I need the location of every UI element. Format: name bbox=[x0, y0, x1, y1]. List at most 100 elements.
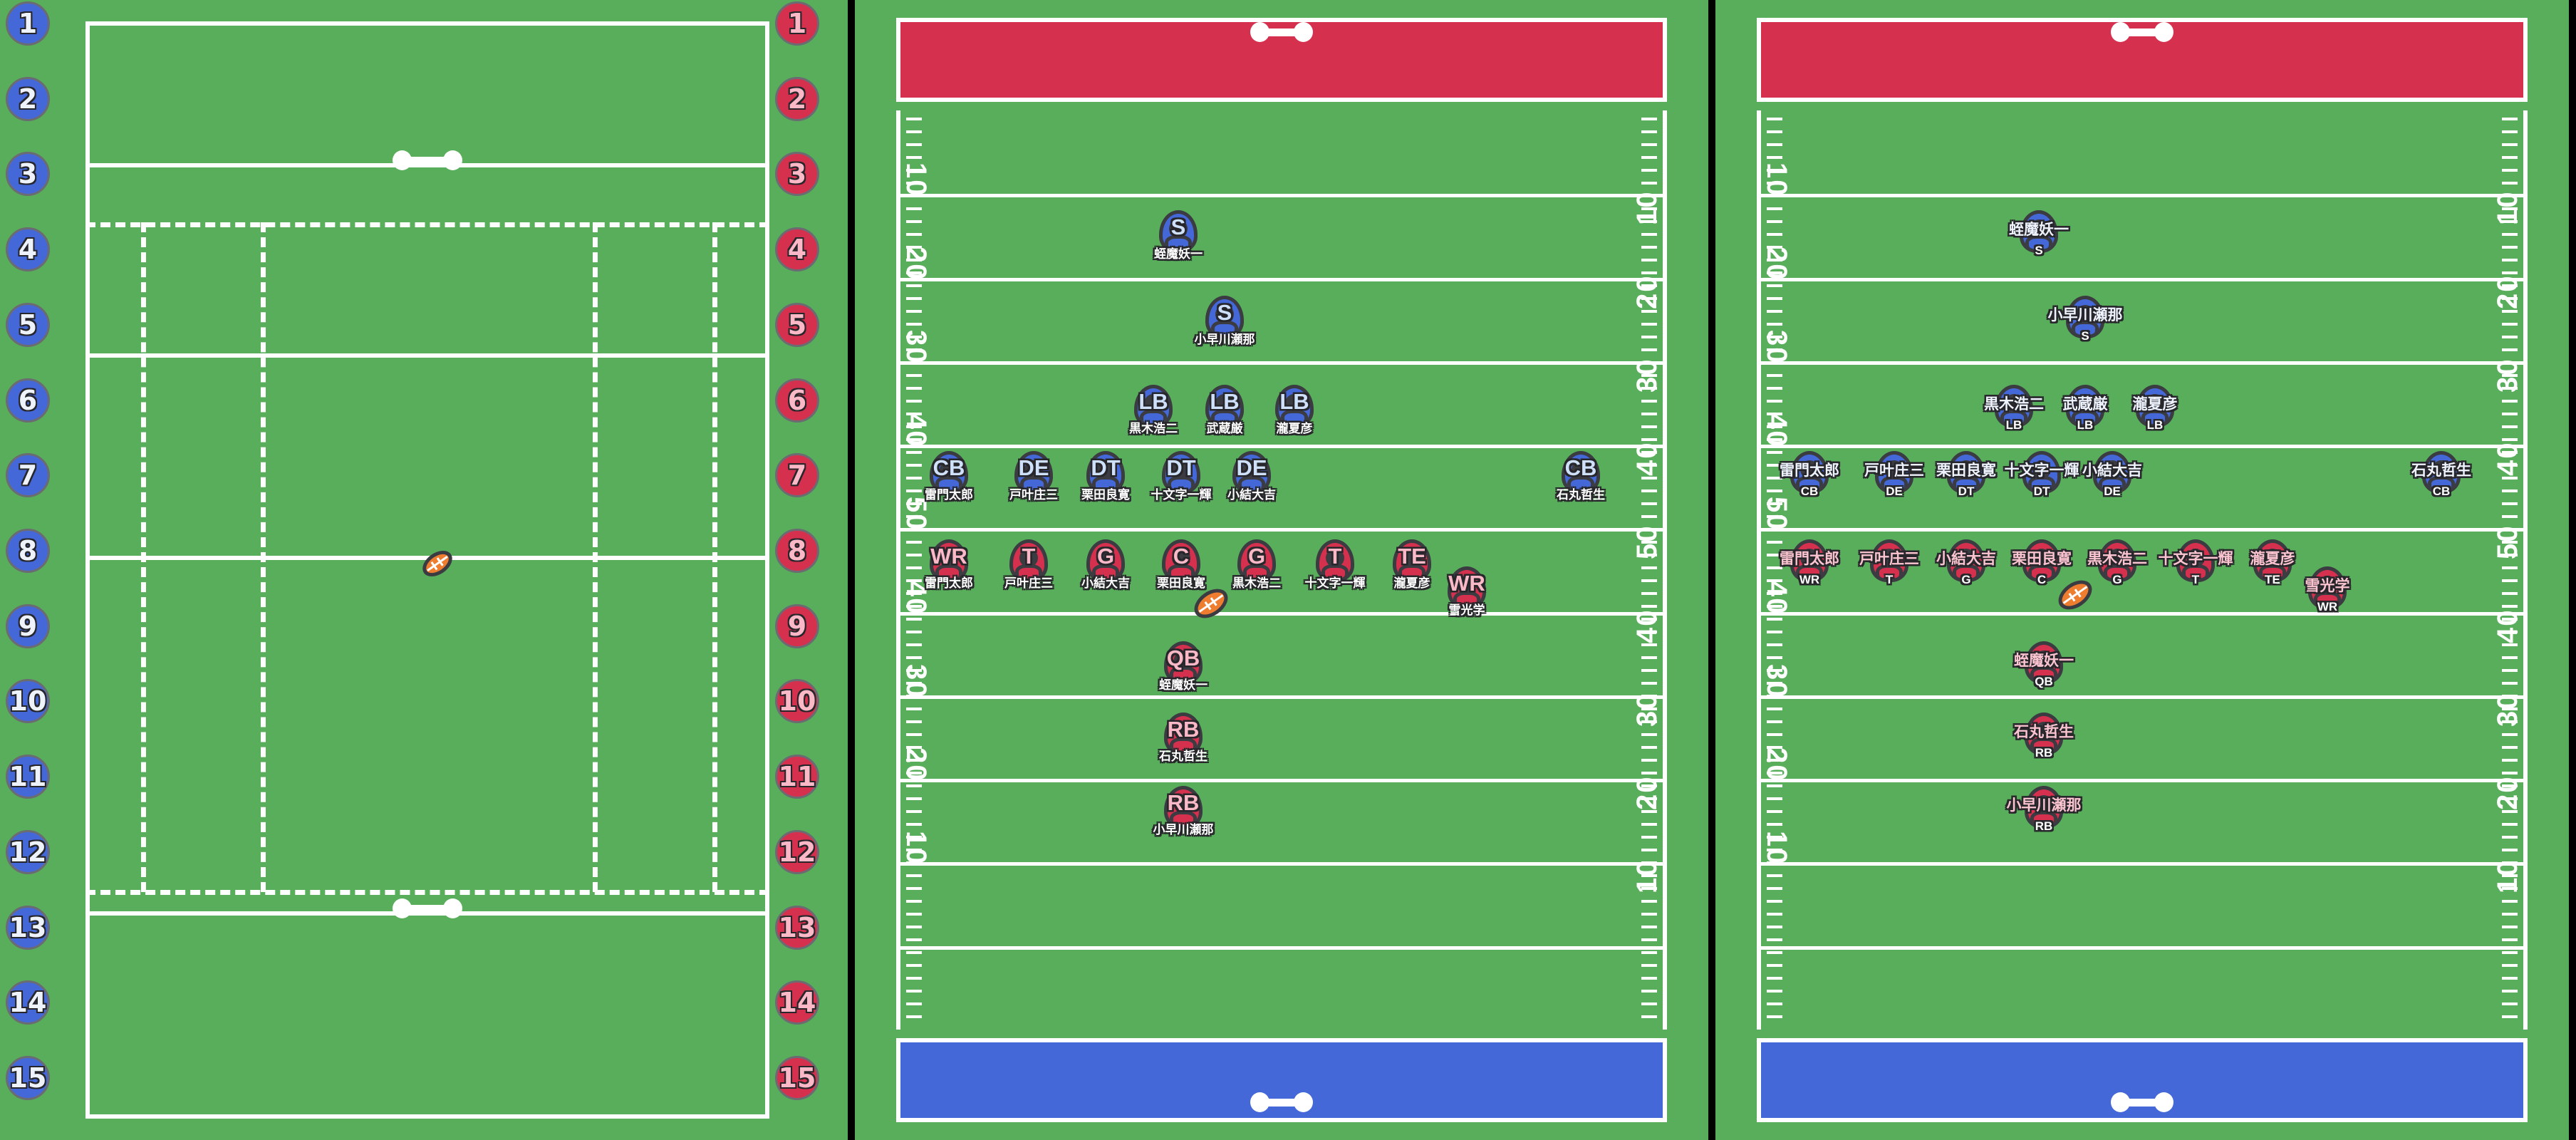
blue-marker-10[interactable]: 10 bbox=[6, 679, 50, 724]
yard-number-left-7: 20 bbox=[900, 747, 932, 782]
hash-mark bbox=[906, 374, 922, 377]
play-area-named: 10 10 20 20 30 30 40 40 50 50 40 40 30 30 20 20 10 10 蛭魔妖一… bbox=[1757, 110, 2528, 1030]
position-label: RB bbox=[1167, 717, 1200, 742]
hash-mark bbox=[1641, 669, 1657, 672]
blue-marker-1[interactable]: 1 bbox=[6, 1, 50, 46]
hash-mark bbox=[1641, 271, 1657, 274]
hash-mark bbox=[1641, 938, 1657, 941]
hash-mark bbox=[2502, 246, 2518, 249]
player-name-label: 雷門太郎 bbox=[1780, 550, 1839, 567]
red-marker-14[interactable]: 14 bbox=[775, 980, 819, 1025]
hash-mark bbox=[1641, 1002, 1657, 1005]
yard-line bbox=[900, 695, 1663, 699]
red-marker-6[interactable]: 6 bbox=[775, 378, 819, 423]
player-name-label: 栗田良寛 bbox=[1157, 576, 1205, 591]
red-marker-1[interactable]: 1 bbox=[775, 1, 819, 46]
blue-marker-12[interactable]: 12 bbox=[6, 829, 50, 874]
blue-marker-8[interactable]: 8 bbox=[6, 529, 50, 573]
blue-marker-4[interactable]: 4 bbox=[6, 227, 50, 272]
blue-marker-9[interactable]: 9 bbox=[6, 603, 50, 648]
red-marker-7[interactable]: 7 bbox=[775, 453, 819, 498]
red-marker-3[interactable]: 3 bbox=[775, 152, 819, 197]
hash-mark bbox=[1641, 1015, 1657, 1018]
position-label: T bbox=[2191, 573, 2200, 586]
red-marker-2[interactable]: 2 bbox=[775, 76, 819, 121]
red-marker-10[interactable]: 10 bbox=[775, 679, 819, 724]
position-label: RB bbox=[1167, 790, 1200, 815]
blue-marker-11[interactable]: 11 bbox=[6, 755, 50, 799]
pitch-outline bbox=[85, 21, 769, 1119]
position-label: C bbox=[1173, 544, 1190, 569]
yard-number-right-0: 10 bbox=[1631, 190, 1663, 226]
blue-marker-13[interactable]: 13 bbox=[6, 905, 50, 950]
yard-number-left-1: 20 bbox=[900, 246, 932, 281]
yard-number-right-4: 50 bbox=[1631, 524, 1663, 560]
player-name-label: 十文字一輝 bbox=[1151, 488, 1212, 502]
pitch-overview-panel: 1 2 3 4 5 6 7 8 9 10 11 12 13 14 15 1 2 3 4 5 6 7 8 9 10 11 12 13 1… bbox=[0, 0, 848, 1140]
red-marker-8[interactable]: 8 bbox=[775, 529, 819, 573]
hash-mark bbox=[2502, 143, 2518, 146]
football-icon[interactable] bbox=[417, 545, 457, 582]
yard-line bbox=[1761, 611, 2523, 616]
yard-number-left-1: 20 bbox=[1761, 246, 1792, 281]
goalpost-bottom-icon bbox=[1250, 1092, 1313, 1112]
player-name-label: 蛭魔妖一 bbox=[2014, 652, 2074, 669]
blue-marker-14[interactable]: 14 bbox=[6, 980, 50, 1025]
hash-mark bbox=[1641, 823, 1657, 826]
hash-mark bbox=[1641, 246, 1657, 249]
hash-mark bbox=[1767, 926, 1782, 928]
player-name-label: 小早川瀬那 bbox=[2006, 797, 2082, 814]
yard-number-right-8: 10 bbox=[2492, 859, 2523, 894]
hash-mark bbox=[2502, 233, 2518, 236]
blue-marker-7[interactable]: 7 bbox=[6, 453, 50, 498]
player-name-label: 黒木浩二 bbox=[1984, 395, 2044, 413]
yard-number-right-1: 20 bbox=[2492, 274, 2523, 309]
red-marker-5[interactable]: 5 bbox=[775, 302, 819, 347]
formation-panel-named: 10 10 20 20 30 30 40 40 50 50 40 40 30 30 20 20 10 10 蛭魔妖一… bbox=[1715, 0, 2569, 1140]
red-marker-15[interactable]: 15 bbox=[775, 1056, 819, 1100]
hash-mark bbox=[1767, 387, 1782, 390]
hash-mark bbox=[1641, 336, 1657, 338]
red-marker-9[interactable]: 9 bbox=[775, 603, 819, 648]
yard-line bbox=[900, 611, 1663, 616]
blue-marker-5[interactable]: 5 bbox=[6, 302, 50, 347]
yard-number-left-8: 10 bbox=[900, 831, 932, 866]
blue-marker-2[interactable]: 2 bbox=[6, 76, 50, 121]
blue-marker-15[interactable]: 15 bbox=[6, 1056, 50, 1100]
hash-mark bbox=[1641, 990, 1657, 993]
yard-number-right-7: 20 bbox=[1631, 775, 1663, 811]
hash-mark bbox=[1767, 720, 1782, 723]
hash-mark bbox=[1641, 566, 1657, 569]
hash-mark bbox=[2502, 810, 2518, 813]
hash-mark bbox=[2502, 566, 2518, 569]
position-label: DE bbox=[1236, 455, 1267, 480]
yard-line bbox=[1761, 445, 2523, 449]
player-name-label: 十文字一輝 bbox=[1304, 576, 1366, 591]
player-name-label: 栗田良寛 bbox=[2012, 550, 2072, 567]
position-label: CB bbox=[1564, 455, 1597, 480]
hash-mark bbox=[1641, 182, 1657, 185]
red-marker-11[interactable]: 11 bbox=[775, 755, 819, 799]
hash-mark bbox=[1767, 1015, 1782, 1018]
yard-number-right-6: 30 bbox=[1631, 692, 1663, 727]
blue-marker-3[interactable]: 3 bbox=[6, 152, 50, 197]
football-icon[interactable] bbox=[2052, 574, 2098, 616]
hash-mark bbox=[1767, 297, 1782, 300]
position-label: LB bbox=[1279, 389, 1309, 414]
hash-mark bbox=[2502, 156, 2518, 159]
player-name-label: 十文字一輝 bbox=[2158, 550, 2233, 567]
player-name-label: 黒木浩二 bbox=[2087, 550, 2147, 567]
yard-line bbox=[1761, 695, 2523, 699]
player-name-label: 瀧夏彦 bbox=[1393, 576, 1430, 591]
hash-mark bbox=[1641, 643, 1657, 646]
goalpost-bottom-icon-2 bbox=[2111, 1092, 2174, 1112]
red-marker-13[interactable]: 13 bbox=[775, 905, 819, 950]
screenshot-root: 1 2 3 4 5 6 7 8 9 10 11 12 13 14 15 1 2 3 4 5 6 7 8 9 10 11 12 13 1… bbox=[0, 0, 2576, 1140]
football-field-named: 10 10 20 20 30 30 40 40 50 50 40 40 30 30 20 20 10 10 蛭魔妖一… bbox=[1757, 18, 2528, 1122]
red-marker-12[interactable]: 12 bbox=[775, 829, 819, 874]
blue-marker-6[interactable]: 6 bbox=[6, 378, 50, 423]
hash-mark bbox=[1641, 310, 1657, 313]
hash-mark bbox=[1641, 156, 1657, 159]
red-marker-4[interactable]: 4 bbox=[775, 227, 819, 272]
hash-mark bbox=[1767, 874, 1782, 877]
